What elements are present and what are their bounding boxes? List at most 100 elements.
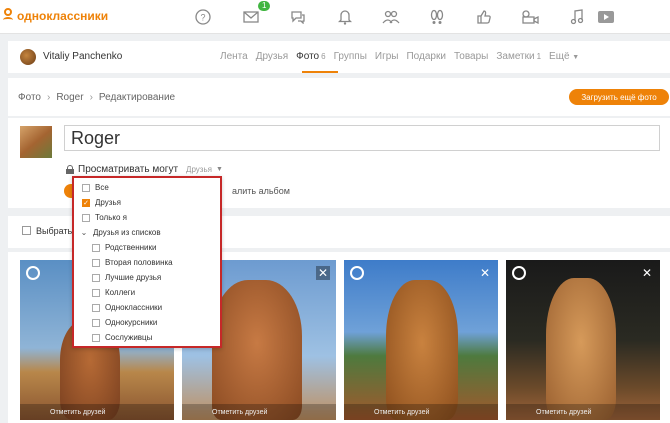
breadcrumb: Фото › Roger › Редактирование bbox=[18, 92, 175, 103]
select-photo-circle[interactable] bbox=[26, 266, 40, 280]
select-all-checkbox[interactable] bbox=[22, 226, 31, 235]
tag-friends-link[interactable]: Отметить друзей bbox=[374, 409, 429, 416]
option-label: Однокурсники bbox=[105, 318, 158, 327]
album-title-input[interactable] bbox=[64, 125, 660, 151]
active-tab-underline bbox=[302, 71, 338, 73]
privacy-list-option[interactable]: Сослуживцы bbox=[92, 333, 152, 342]
kangaroo-shape bbox=[546, 278, 616, 420]
delete-album-link[interactable]: алить альбом bbox=[232, 186, 290, 196]
tab-more[interactable]: Ещё ▼ bbox=[549, 51, 579, 62]
tab-photos[interactable]: Фото 6 bbox=[296, 51, 325, 62]
like-icon[interactable] bbox=[474, 7, 494, 27]
select-label[interactable]: Выбрать bbox=[36, 226, 72, 236]
photo-tag-bar: Отметить друзей bbox=[506, 404, 660, 420]
option-checkbox[interactable] bbox=[92, 303, 100, 312]
video-icon[interactable] bbox=[596, 7, 616, 27]
option-checkbox[interactable] bbox=[82, 213, 90, 222]
option-checkbox[interactable] bbox=[92, 258, 100, 267]
nav-tabs: Лента Друзья Фото 6 Группы Игры Подарки Т… bbox=[220, 51, 579, 62]
option-checkbox[interactable] bbox=[82, 183, 90, 192]
notification-badge: 1 bbox=[258, 1, 271, 11]
close-icon[interactable]: ✕ bbox=[478, 266, 492, 280]
lock-icon bbox=[66, 165, 74, 174]
privacy-option-all[interactable]: Все bbox=[82, 183, 109, 192]
tag-friends-link[interactable]: Отметить друзей bbox=[536, 409, 591, 416]
privacy-label: Просматривать могут bbox=[78, 164, 179, 175]
logo[interactable]: одноклассники bbox=[2, 8, 108, 24]
option-checkbox[interactable] bbox=[92, 243, 100, 252]
privacy-option-only-me[interactable]: Только я bbox=[82, 213, 127, 222]
tab-photos-label: Фото bbox=[296, 51, 320, 62]
tab-groups[interactable]: Группы bbox=[334, 51, 367, 62]
chevron-down-icon: ⌄ bbox=[80, 228, 88, 237]
upload-more-button[interactable]: Загрузить ещё фото bbox=[569, 89, 669, 105]
option-label: Все bbox=[95, 183, 109, 192]
option-label: Только я bbox=[95, 213, 127, 222]
privacy-list-option[interactable]: Одноклассники bbox=[92, 303, 162, 312]
close-icon[interactable]: ✕ bbox=[640, 266, 654, 280]
option-label: Лучшие друзья bbox=[105, 273, 162, 282]
privacy-option-friends[interactable]: ✓ Друзья bbox=[82, 198, 121, 207]
bell-icon[interactable] bbox=[335, 7, 355, 27]
chevron-right-icon: › bbox=[89, 92, 93, 103]
privacy-selector[interactable]: Просматривать могут Друзья ▼ bbox=[66, 164, 223, 175]
mail-icon[interactable] bbox=[241, 7, 261, 27]
tab-friends[interactable]: Друзья bbox=[256, 51, 288, 62]
tab-photos-count: 6 bbox=[321, 52, 326, 61]
tab-notes-count: 1 bbox=[536, 52, 542, 61]
tab-notes[interactable]: Заметки 1 bbox=[496, 51, 541, 62]
camera-icon[interactable] bbox=[520, 7, 540, 27]
user-name[interactable]: Vitaliy Panchenko bbox=[43, 51, 122, 62]
help-icon[interactable]: ? bbox=[193, 7, 213, 27]
option-checkbox[interactable] bbox=[92, 318, 100, 327]
logo-text: одноклассники bbox=[17, 9, 109, 23]
tab-gifts[interactable]: Подарки bbox=[406, 51, 445, 62]
select-photo-circle[interactable] bbox=[350, 266, 364, 280]
photo-item[interactable]: ✕ Отметить друзей bbox=[344, 260, 498, 420]
privacy-value: Друзья bbox=[186, 165, 212, 174]
tab-goods[interactable]: Товары bbox=[454, 51, 488, 62]
user-nav: Vitaliy Panchenko Лента Друзья Фото 6 Гру… bbox=[8, 41, 670, 73]
svg-text:?: ? bbox=[200, 13, 205, 23]
album-cover bbox=[20, 126, 52, 158]
guests-icon[interactable] bbox=[427, 7, 447, 27]
breadcrumb-root[interactable]: Фото bbox=[18, 92, 41, 103]
privacy-list-option[interactable]: Лучшие друзья bbox=[92, 273, 161, 282]
tab-more-label: Ещё bbox=[549, 51, 570, 62]
kangaroo-shape bbox=[212, 280, 302, 420]
privacy-list-option[interactable]: Вторая половинка bbox=[92, 258, 173, 267]
photo-item[interactable]: ✕ Отметить друзей bbox=[506, 260, 660, 420]
friends-icon[interactable] bbox=[381, 7, 401, 27]
top-bar: одноклассники ? 1 bbox=[0, 0, 670, 34]
option-label: Родственники bbox=[105, 243, 157, 252]
privacy-list-option[interactable]: Родственники bbox=[92, 243, 156, 252]
privacy-dropdown: Все ✓ Друзья Только я ⌄ Друзья из списко… bbox=[72, 176, 222, 348]
music-icon[interactable] bbox=[567, 7, 587, 27]
privacy-list-option[interactable]: Однокурсники bbox=[92, 318, 157, 327]
close-icon[interactable]: ✕ bbox=[316, 266, 330, 280]
tab-games[interactable]: Игры bbox=[375, 51, 399, 62]
chevron-right-icon: › bbox=[46, 92, 51, 103]
avatar[interactable] bbox=[20, 49, 36, 65]
breadcrumb-bar: Фото › Roger › Редактирование Загрузить … bbox=[8, 78, 670, 116]
privacy-group-toggle[interactable]: ⌄ Друзья из списков bbox=[80, 228, 161, 237]
tab-feed[interactable]: Лента bbox=[220, 51, 248, 62]
option-checkbox[interactable] bbox=[92, 273, 100, 282]
option-label: Друзья bbox=[95, 198, 121, 207]
tag-friends-link[interactable]: Отметить друзей bbox=[50, 409, 105, 416]
ok-logo-icon bbox=[2, 8, 14, 24]
tab-notes-label: Заметки bbox=[496, 51, 535, 62]
tag-friends-link[interactable]: Отметить друзей bbox=[212, 409, 267, 416]
option-checkbox[interactable] bbox=[92, 333, 100, 342]
option-label: Сослуживцы bbox=[105, 333, 153, 342]
option-label: Коллеги bbox=[105, 288, 136, 297]
option-checkbox[interactable] bbox=[92, 288, 100, 297]
option-checkbox[interactable]: ✓ bbox=[82, 198, 90, 207]
select-photo-circle[interactable] bbox=[512, 266, 526, 280]
breadcrumb-current: Редактирование bbox=[98, 92, 176, 103]
chat-icon[interactable] bbox=[288, 7, 308, 27]
photo-tag-bar: Отметить друзей bbox=[20, 404, 174, 420]
breadcrumb-album[interactable]: Roger bbox=[56, 92, 83, 103]
privacy-list-option[interactable]: Коллеги bbox=[92, 288, 135, 297]
kangaroo-shape bbox=[386, 280, 458, 420]
